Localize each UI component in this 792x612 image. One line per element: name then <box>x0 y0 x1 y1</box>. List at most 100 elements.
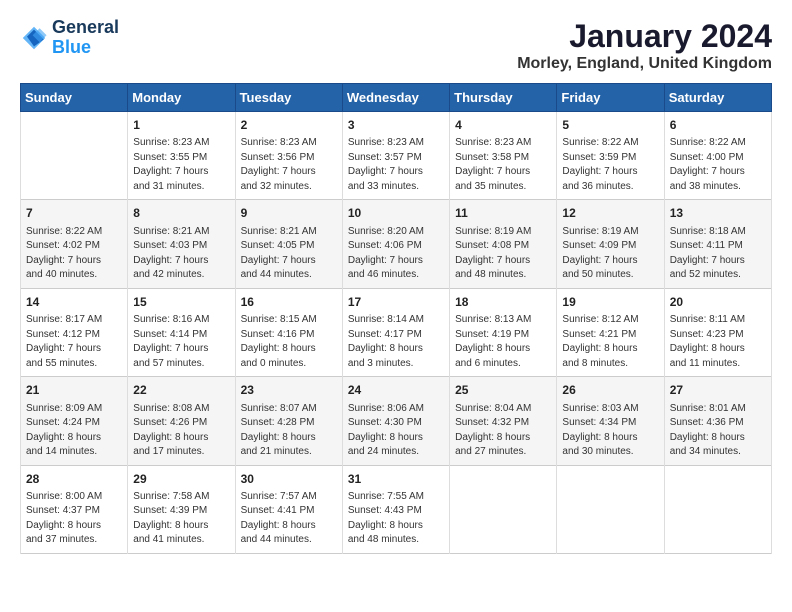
day-info: Sunrise: 8:13 AM Sunset: 4:19 PM Dayligh… <box>455 313 551 371</box>
day-number: 12 <box>562 205 658 222</box>
day-number: 28 <box>26 471 122 488</box>
cell-week5-day5 <box>557 465 664 553</box>
cell-week2-day5: 12 Sunrise: 8:19 AM Sunset: 4:09 PM Dayli… <box>557 200 664 288</box>
cell-week4-day4: 25Sunrise: 8:04 AM Sunset: 4:32 PM Dayli… <box>450 377 557 465</box>
logo-icon <box>20 24 48 52</box>
header-monday: Monday <box>128 84 235 112</box>
week-row-3: 14 Sunrise: 8:17 AM Sunset: 4:12 PM Dayli… <box>21 288 772 376</box>
cell-week2-day4: 11Sunrise: 8:19 AM Sunset: 4:08 PM Dayli… <box>450 200 557 288</box>
cell-week4-day3: 24Sunrise: 8:06 AM Sunset: 4:30 PM Dayli… <box>342 377 449 465</box>
cell-week3-day2: 16Sunrise: 8:15 AM Sunset: 4:16 PM Dayli… <box>235 288 342 376</box>
day-info: Sunrise: 8:22 AM Sunset: 3:59 PM Dayligh… <box>562 136 658 194</box>
day-info: Sunrise: 8:23 AM Sunset: 3:58 PM Dayligh… <box>455 136 551 194</box>
cell-week1-day0 <box>21 112 128 200</box>
cell-week3-day0: 14 Sunrise: 8:17 AM Sunset: 4:12 PM Dayli… <box>21 288 128 376</box>
day-info: Sunrise: 8:23 AM Sunset: 3:56 PM Dayligh… <box>241 136 337 194</box>
day-info: Sunrise: 8:21 AM Sunset: 4:05 PM Dayligh… <box>241 225 337 283</box>
cell-week1-day5: 5 Sunrise: 8:22 AM Sunset: 3:59 PM Daylig… <box>557 112 664 200</box>
cell-week5-day4 <box>450 465 557 553</box>
header-sunday: Sunday <box>21 84 128 112</box>
header-row: Sunday Monday Tuesday Wednesday Thursday… <box>21 84 772 112</box>
cell-week5-day3: 31Sunrise: 7:55 AM Sunset: 4:43 PM Dayli… <box>342 465 449 553</box>
day-info: Sunrise: 8:09 AM Sunset: 4:24 PM Dayligh… <box>26 402 122 460</box>
cell-week2-day0: 7 Sunrise: 8:22 AM Sunset: 4:02 PM Daylig… <box>21 200 128 288</box>
location: Morley, England, United Kingdom <box>517 55 772 73</box>
day-number: 27 <box>670 382 766 399</box>
cell-week3-day6: 20Sunrise: 8:11 AM Sunset: 4:23 PM Dayli… <box>664 288 771 376</box>
cell-week2-day1: 8Sunrise: 8:21 AM Sunset: 4:03 PM Daylig… <box>128 200 235 288</box>
cell-week4-day5: 26Sunrise: 8:03 AM Sunset: 4:34 PM Dayli… <box>557 377 664 465</box>
day-info: Sunrise: 8:12 AM Sunset: 4:21 PM Dayligh… <box>562 313 658 371</box>
logo: General Blue <box>20 18 119 58</box>
week-row-5: 28Sunrise: 8:00 AM Sunset: 4:37 PM Dayli… <box>21 465 772 553</box>
title-area: January 2024 Morley, England, United Kin… <box>517 18 772 73</box>
logo-text: General Blue <box>52 18 119 58</box>
day-info: Sunrise: 8:20 AM Sunset: 4:06 PM Dayligh… <box>348 225 444 283</box>
day-number: 1 <box>133 117 229 134</box>
cell-week1-day2: 2 Sunrise: 8:23 AM Sunset: 3:56 PM Daylig… <box>235 112 342 200</box>
day-number: 17 <box>348 294 444 311</box>
day-info: Sunrise: 7:58 AM Sunset: 4:39 PM Dayligh… <box>133 490 229 548</box>
day-number: 29 <box>133 471 229 488</box>
day-info: Sunrise: 8:01 AM Sunset: 4:36 PM Dayligh… <box>670 402 766 460</box>
logo-line2: Blue <box>52 38 119 58</box>
day-number: 7 <box>26 205 122 222</box>
cell-week2-day2: 9 Sunrise: 8:21 AM Sunset: 4:05 PM Daylig… <box>235 200 342 288</box>
page: General Blue January 2024 Morley, Englan… <box>0 0 792 612</box>
day-number: 24 <box>348 382 444 399</box>
day-info: Sunrise: 8:22 AM Sunset: 4:00 PM Dayligh… <box>670 136 766 194</box>
calendar-table: Sunday Monday Tuesday Wednesday Thursday… <box>20 83 772 554</box>
logo-line1: General <box>52 18 119 38</box>
header-friday: Friday <box>557 84 664 112</box>
day-number: 13 <box>670 205 766 222</box>
cell-week3-day1: 15Sunrise: 8:16 AM Sunset: 4:14 PM Dayli… <box>128 288 235 376</box>
day-info: Sunrise: 7:55 AM Sunset: 4:43 PM Dayligh… <box>348 490 444 548</box>
day-number: 3 <box>348 117 444 134</box>
day-info: Sunrise: 7:57 AM Sunset: 4:41 PM Dayligh… <box>241 490 337 548</box>
cell-week3-day3: 17Sunrise: 8:14 AM Sunset: 4:17 PM Dayli… <box>342 288 449 376</box>
cell-week4-day6: 27 Sunrise: 8:01 AM Sunset: 4:36 PM Dayli… <box>664 377 771 465</box>
day-number: 16 <box>241 294 337 311</box>
day-number: 21 <box>26 382 122 399</box>
day-info: Sunrise: 8:17 AM Sunset: 4:12 PM Dayligh… <box>26 313 122 371</box>
cell-week5-day6 <box>664 465 771 553</box>
day-number: 23 <box>241 382 337 399</box>
cell-week1-day3: 3Sunrise: 8:23 AM Sunset: 3:57 PM Daylig… <box>342 112 449 200</box>
calendar-body: 1 Sunrise: 8:23 AM Sunset: 3:55 PM Daylig… <box>21 112 772 554</box>
week-row-1: 1 Sunrise: 8:23 AM Sunset: 3:55 PM Daylig… <box>21 112 772 200</box>
week-row-2: 7 Sunrise: 8:22 AM Sunset: 4:02 PM Daylig… <box>21 200 772 288</box>
day-number: 9 <box>241 205 337 222</box>
cell-week2-day3: 10Sunrise: 8:20 AM Sunset: 4:06 PM Dayli… <box>342 200 449 288</box>
month-title: January 2024 <box>517 18 772 55</box>
cell-week3-day5: 19Sunrise: 8:12 AM Sunset: 4:21 PM Dayli… <box>557 288 664 376</box>
day-info: Sunrise: 8:22 AM Sunset: 4:02 PM Dayligh… <box>26 225 122 283</box>
cell-week5-day0: 28Sunrise: 8:00 AM Sunset: 4:37 PM Dayli… <box>21 465 128 553</box>
day-number: 11 <box>455 205 551 222</box>
cell-week1-day1: 1 Sunrise: 8:23 AM Sunset: 3:55 PM Daylig… <box>128 112 235 200</box>
day-number: 6 <box>670 117 766 134</box>
header: General Blue January 2024 Morley, Englan… <box>20 18 772 73</box>
day-number: 14 <box>26 294 122 311</box>
calendar-header: Sunday Monday Tuesday Wednesday Thursday… <box>21 84 772 112</box>
day-info: Sunrise: 8:23 AM Sunset: 3:55 PM Dayligh… <box>133 136 229 194</box>
cell-week5-day2: 30 Sunrise: 7:57 AM Sunset: 4:41 PM Dayli… <box>235 465 342 553</box>
day-number: 4 <box>455 117 551 134</box>
day-number: 25 <box>455 382 551 399</box>
day-number: 5 <box>562 117 658 134</box>
day-number: 20 <box>670 294 766 311</box>
header-tuesday: Tuesday <box>235 84 342 112</box>
day-info: Sunrise: 8:07 AM Sunset: 4:28 PM Dayligh… <box>241 402 337 460</box>
header-wednesday: Wednesday <box>342 84 449 112</box>
cell-week2-day6: 13 Sunrise: 8:18 AM Sunset: 4:11 PM Dayli… <box>664 200 771 288</box>
day-info: Sunrise: 8:19 AM Sunset: 4:09 PM Dayligh… <box>562 225 658 283</box>
day-number: 30 <box>241 471 337 488</box>
day-number: 8 <box>133 205 229 222</box>
day-info: Sunrise: 8:03 AM Sunset: 4:34 PM Dayligh… <box>562 402 658 460</box>
header-thursday: Thursday <box>450 84 557 112</box>
cell-week4-day2: 23 Sunrise: 8:07 AM Sunset: 4:28 PM Dayli… <box>235 377 342 465</box>
day-number: 18 <box>455 294 551 311</box>
week-row-4: 21 Sunrise: 8:09 AM Sunset: 4:24 PM Dayli… <box>21 377 772 465</box>
day-number: 2 <box>241 117 337 134</box>
day-info: Sunrise: 8:18 AM Sunset: 4:11 PM Dayligh… <box>670 225 766 283</box>
cell-week4-day0: 21 Sunrise: 8:09 AM Sunset: 4:24 PM Dayli… <box>21 377 128 465</box>
